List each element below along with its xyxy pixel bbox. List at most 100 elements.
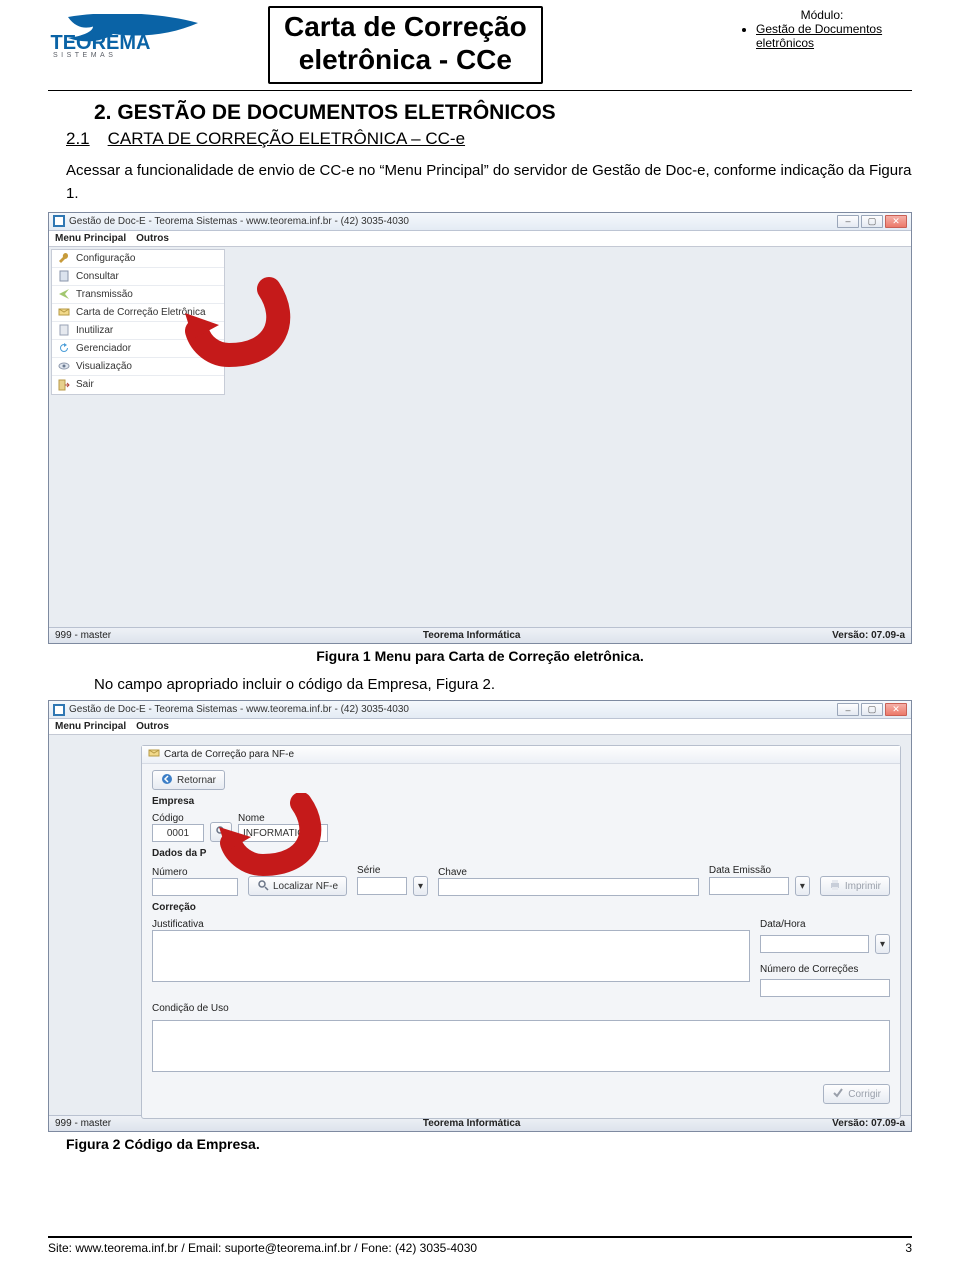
menu-label: Inutilizar <box>76 325 113 336</box>
menu-label: Transmissão <box>76 289 133 300</box>
title-line1: Carta de Correção <box>284 10 527 43</box>
subsection-heading: 2.1 CARTA DE CORREÇÃO ELETRÔNICA – CC-e <box>66 129 912 149</box>
refresh-icon <box>58 342 70 354</box>
menu-label: Gerenciador <box>76 343 131 354</box>
status-right: Versão: 07.09-a <box>832 630 905 641</box>
figure-2-caption: Figura 2 Código da Empresa. <box>66 1136 912 1152</box>
mid-paragraph: No campo apropriado incluir o código da … <box>94 674 912 697</box>
close-button[interactable]: ✕ <box>885 215 907 228</box>
window-titlebar: Gestão de Doc-E - Teorema Sistemas - www… <box>49 701 911 719</box>
section-heading: 2. GESTÃO DE DOCUMENTOS ELETRÔNICOS <box>94 101 912 125</box>
justificativa-textarea[interactable] <box>152 930 750 982</box>
cond-uso-label: Condição de Uso <box>152 1003 890 1014</box>
document-icon <box>58 270 70 282</box>
data-hora-field[interactable] <box>760 935 869 953</box>
printer-icon <box>829 879 841 894</box>
subsection-number: 2.1 <box>66 129 90 149</box>
serie-dropdown[interactable]: ▾ <box>413 876 428 896</box>
title-line2: eletrônica - CCe <box>284 43 527 76</box>
module-box: Módulo: Gestão de Documentos eletrônicos <box>732 6 912 50</box>
intro-paragraph: Acessar a funcionalidade de envio de CC-… <box>66 159 912 206</box>
window-titlebar: Gestão de Doc-E - Teorema Sistemas - www… <box>49 213 911 231</box>
status-center: Teorema Informática <box>119 1118 824 1129</box>
minimize-button[interactable]: – <box>837 703 859 716</box>
data-hora-picker[interactable]: ▾ <box>875 934 890 954</box>
footer-divider <box>48 1236 912 1238</box>
exit-icon <box>58 379 70 391</box>
figure-1-caption: Figura 1 Menu para Carta de Correção ele… <box>48 648 912 664</box>
menu-label: Sair <box>76 379 94 390</box>
status-center: Teorema Informática <box>119 630 824 641</box>
num-correcoes-field <box>760 979 890 997</box>
correcao-label: Correção <box>152 902 890 913</box>
menubar: Menu Principal Outros <box>49 231 911 247</box>
page-footer: Site: www.teorema.inf.br / Email: suport… <box>48 1236 912 1255</box>
close-button[interactable]: ✕ <box>885 703 907 716</box>
data-emissao-input[interactable] <box>709 877 789 895</box>
menu-item-sair[interactable]: Sair <box>52 376 224 394</box>
corrigir-label: Corrigir <box>848 1089 881 1100</box>
footer-text: Site: www.teorema.inf.br / Email: suport… <box>48 1241 477 1255</box>
window-title: Gestão de Doc-E - Teorema Sistemas - www… <box>69 216 833 227</box>
serie-input[interactable] <box>357 877 407 895</box>
chave-input[interactable] <box>438 878 699 896</box>
menubar-item-outros[interactable]: Outros <box>136 721 169 732</box>
imprimir-button[interactable]: Imprimir <box>820 876 890 896</box>
app-icon <box>53 704 65 716</box>
chevron-down-icon: ▾ <box>418 881 423 892</box>
maximize-button[interactable]: ▢ <box>861 215 883 228</box>
letter-icon <box>58 306 70 318</box>
inutilizar-icon <box>58 324 70 336</box>
page-number: 3 <box>905 1241 912 1255</box>
menubar: Menu Principal Outros <box>49 719 911 735</box>
justificativa-label: Justificativa <box>152 919 750 930</box>
document-header: TEOREMA SISTEMAS Carta de Correção eletr… <box>48 0 912 84</box>
arrow-indicator-icon <box>211 793 331 883</box>
arrow-indicator-icon <box>179 275 299 375</box>
data-hora-label: Data/Hora <box>760 919 890 930</box>
header-divider <box>48 90 912 91</box>
retornar-button[interactable]: Retornar <box>152 770 225 790</box>
imprimir-label: Imprimir <box>845 881 881 892</box>
chevron-down-icon: ▾ <box>880 939 885 950</box>
module-item: Gestão de Documentos eletrônicos <box>756 22 912 50</box>
data-emissao-label: Data Emissão <box>709 865 810 876</box>
logo-text: TEOREMA <box>51 32 151 54</box>
back-icon <box>161 773 173 788</box>
num-correcoes-label: Número de Correções <box>760 964 890 975</box>
app-icon <box>53 215 65 227</box>
eye-icon <box>58 360 70 372</box>
status-right: Versão: 07.09-a <box>832 1118 905 1129</box>
serie-label: Série <box>357 865 428 876</box>
minimize-button[interactable]: – <box>837 215 859 228</box>
menu-item-configuracao[interactable]: Configuração <box>52 250 224 268</box>
dialog-title-text: Carta de Correção para NF-e <box>164 749 294 760</box>
logo: TEOREMA SISTEMAS <box>48 6 238 64</box>
corrigir-button[interactable]: Corrigir <box>823 1084 890 1104</box>
menu-label: Consultar <box>76 271 119 282</box>
menu-label: Configuração <box>76 253 135 264</box>
screenshot-figure-2: Gestão de Doc-E - Teorema Sistemas - www… <box>48 700 912 1132</box>
maximize-button[interactable]: ▢ <box>861 703 883 716</box>
check-icon <box>832 1087 844 1102</box>
statusbar: 999 - master Teorema Informática Versão:… <box>49 627 911 643</box>
chave-label: Chave <box>438 867 699 878</box>
document-title-box: Carta de Correção eletrônica - CCe <box>268 6 543 84</box>
codigo-input[interactable] <box>152 824 204 842</box>
dialog-title: Carta de Correção para NF-e <box>142 746 900 764</box>
data-emissao-picker[interactable]: ▾ <box>795 876 810 896</box>
letter-icon <box>148 747 160 762</box>
subsection-title: CARTA DE CORREÇÃO ELETRÔNICA – CC-e <box>108 129 465 149</box>
menubar-item-principal[interactable]: Menu Principal <box>55 233 126 244</box>
status-left: 999 - master <box>55 1118 111 1129</box>
menubar-item-outros[interactable]: Outros <box>136 233 169 244</box>
menubar-item-principal[interactable]: Menu Principal <box>55 721 126 732</box>
cond-uso-textarea <box>152 1020 890 1072</box>
status-left: 999 - master <box>55 630 111 641</box>
retornar-label: Retornar <box>177 775 216 786</box>
svg-text:SISTEMAS: SISTEMAS <box>53 52 116 59</box>
menu-label: Visualização <box>76 361 132 372</box>
screenshot-figure-1: Gestão de Doc-E - Teorema Sistemas - www… <box>48 212 912 644</box>
wrench-icon <box>58 252 70 264</box>
codigo-label: Código <box>152 813 204 824</box>
